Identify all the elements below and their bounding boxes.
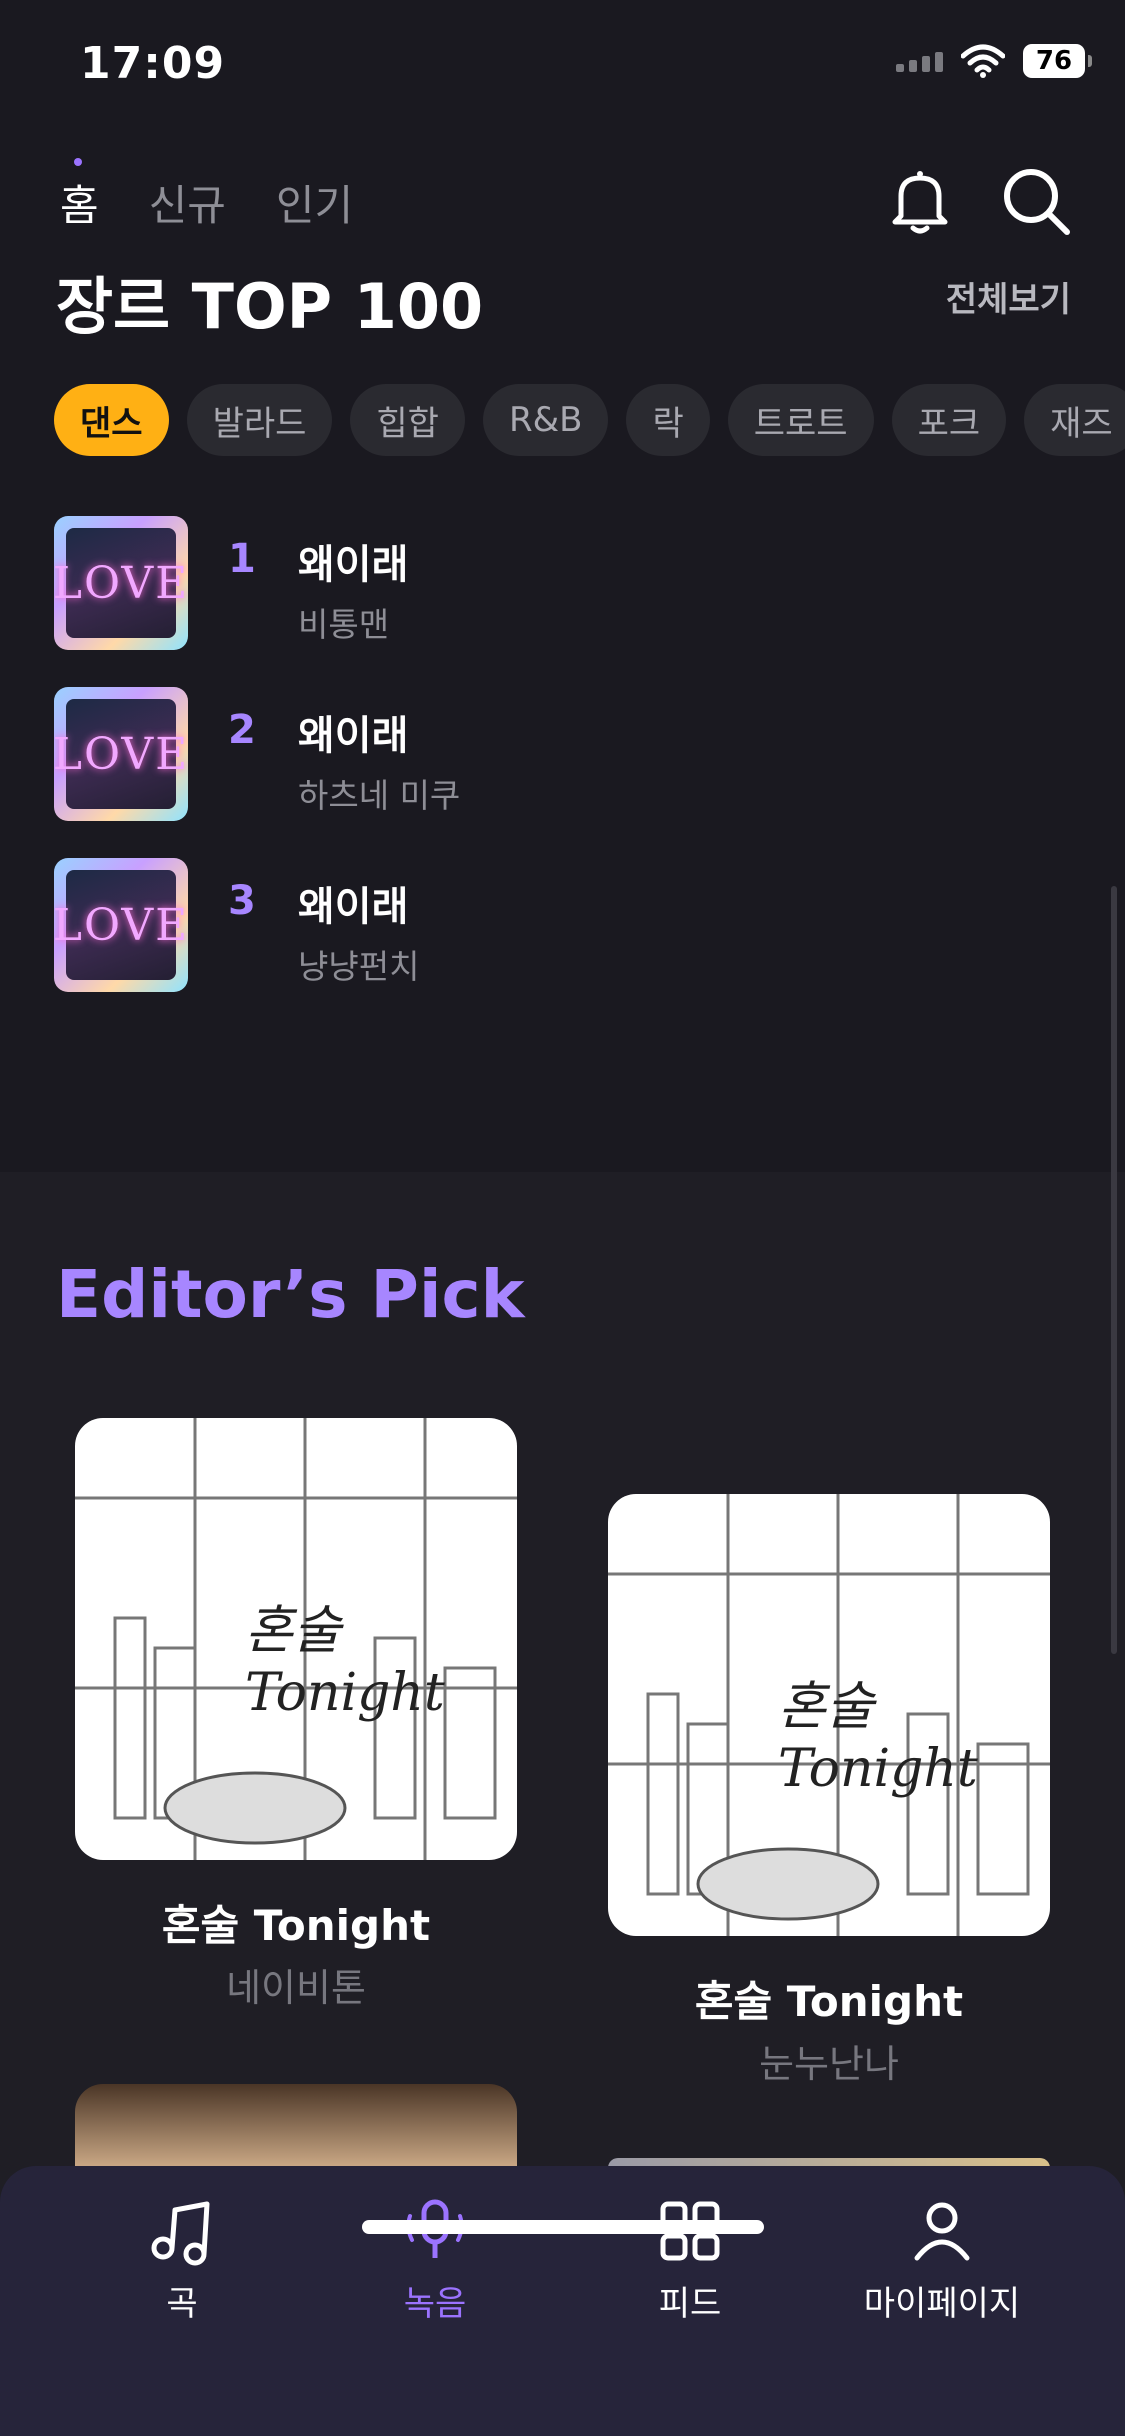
- top-actions: [881, 162, 1075, 240]
- status-icons: 76: [896, 44, 1092, 78]
- top-tabs: 홈 신규 인기: [60, 158, 353, 233]
- nav-item-mypage[interactable]: 마이페이지: [832, 2196, 1052, 2325]
- album-art-text: 혼술 Tonight: [245, 1601, 445, 1723]
- album-artist: 네이비톤: [226, 1966, 366, 2010]
- chart-row[interactable]: LOVE 3 왜이래 냥냥펀치: [54, 858, 1054, 1029]
- genre-chips: 댄스 발라드 힙합 R&B 락 트로트 포크 재즈: [54, 384, 1125, 456]
- section-title-genre: 장르 TOP 100: [56, 270, 484, 343]
- rank-number: 2: [228, 707, 256, 753]
- chip-dance[interactable]: 댄스: [54, 384, 169, 456]
- see-all-link[interactable]: 전체보기: [946, 272, 1071, 321]
- battery-icon: 76: [1023, 44, 1092, 78]
- album-art-2[interactable]: 혼술 Tonight: [608, 1494, 1050, 1936]
- album-cover: LOVE: [54, 858, 188, 992]
- song-artist: 냥냥펀치: [298, 947, 420, 986]
- music-note-icon: [151, 2201, 210, 2266]
- section-title-editor-pick: Editor’s Pick: [56, 1256, 525, 1333]
- tab-popular[interactable]: 인기: [276, 172, 353, 233]
- chip-folk[interactable]: 포크: [891, 384, 1007, 456]
- chart-row[interactable]: LOVE 2 왜이래 하츠네 미쿠: [54, 687, 1054, 858]
- nav-label: 마이페이지: [863, 2284, 1021, 2324]
- cover-art-text: LOVE: [54, 728, 188, 780]
- album-art-text: 혼술 Tonight: [778, 1677, 978, 1799]
- home-indicator[interactable]: [362, 2220, 764, 2234]
- nav-item-record[interactable]: 녹음: [325, 2196, 545, 2325]
- signal-icon: [896, 50, 943, 72]
- chip-rnb[interactable]: R&B: [482, 384, 609, 456]
- nav-item-feed[interactable]: 피드: [580, 2196, 800, 2325]
- album-art-3[interactable]: [75, 2084, 517, 2166]
- nav-label: 곡: [166, 2284, 198, 2324]
- album-title: 혼술 Tonight: [161, 1901, 431, 1950]
- bottom-nav: 곡 녹음 피드 마이페이지: [0, 2166, 1125, 2436]
- album-art-1[interactable]: 혼술 Tonight: [75, 1418, 517, 1860]
- rank-number: 1: [228, 536, 256, 582]
- chip-ballad[interactable]: 발라드: [186, 384, 333, 456]
- song-title: 왜이래: [298, 542, 409, 588]
- chart-row[interactable]: LOVE 1 왜이래 비통맨: [54, 516, 1054, 687]
- nav-item-songs[interactable]: 곡: [72, 2196, 292, 2325]
- tab-home[interactable]: 홈: [60, 158, 99, 233]
- album-caption-1[interactable]: 혼술 Tonight 네이비톤: [75, 1892, 517, 2012]
- song-title: 왜이래: [298, 884, 409, 930]
- album-artist: 눈누난나: [759, 2042, 899, 2086]
- person-icon: [914, 2202, 970, 2261]
- tab-new[interactable]: 신규: [149, 172, 226, 233]
- chart-list: LOVE 1 왜이래 비통맨 LOVE 2 왜이래 하츠네 미쿠 LOVE 3 …: [54, 516, 1054, 1029]
- search-icon[interactable]: [997, 162, 1075, 240]
- scrollbar[interactable]: [1111, 886, 1117, 1654]
- album-caption-2[interactable]: 혼술 Tonight 눈누난나: [608, 1968, 1050, 2088]
- rank-number: 3: [228, 878, 256, 924]
- chip-jazz[interactable]: 재즈: [1024, 384, 1125, 456]
- album-cover: LOVE: [54, 516, 188, 650]
- wifi-icon: [961, 44, 1005, 78]
- status-time: 17:09: [80, 38, 226, 89]
- album-title: 혼술 Tonight: [694, 1977, 964, 2026]
- nav-label: 녹음: [403, 2284, 467, 2324]
- chip-trot[interactable]: 트로트: [727, 384, 874, 456]
- chip-rock[interactable]: 락: [626, 384, 710, 456]
- song-artist: 하츠네 미쿠: [298, 776, 461, 815]
- album-cover: LOVE: [54, 687, 188, 821]
- chip-hiphop[interactable]: 힙합: [350, 384, 465, 456]
- nav-label: 피드: [658, 2284, 722, 2324]
- bell-icon[interactable]: [881, 162, 959, 240]
- cover-art-text: LOVE: [54, 899, 188, 951]
- cover-art-text: LOVE: [54, 557, 188, 609]
- song-artist: 비통맨: [298, 605, 390, 644]
- song-title: 왜이래: [298, 713, 409, 759]
